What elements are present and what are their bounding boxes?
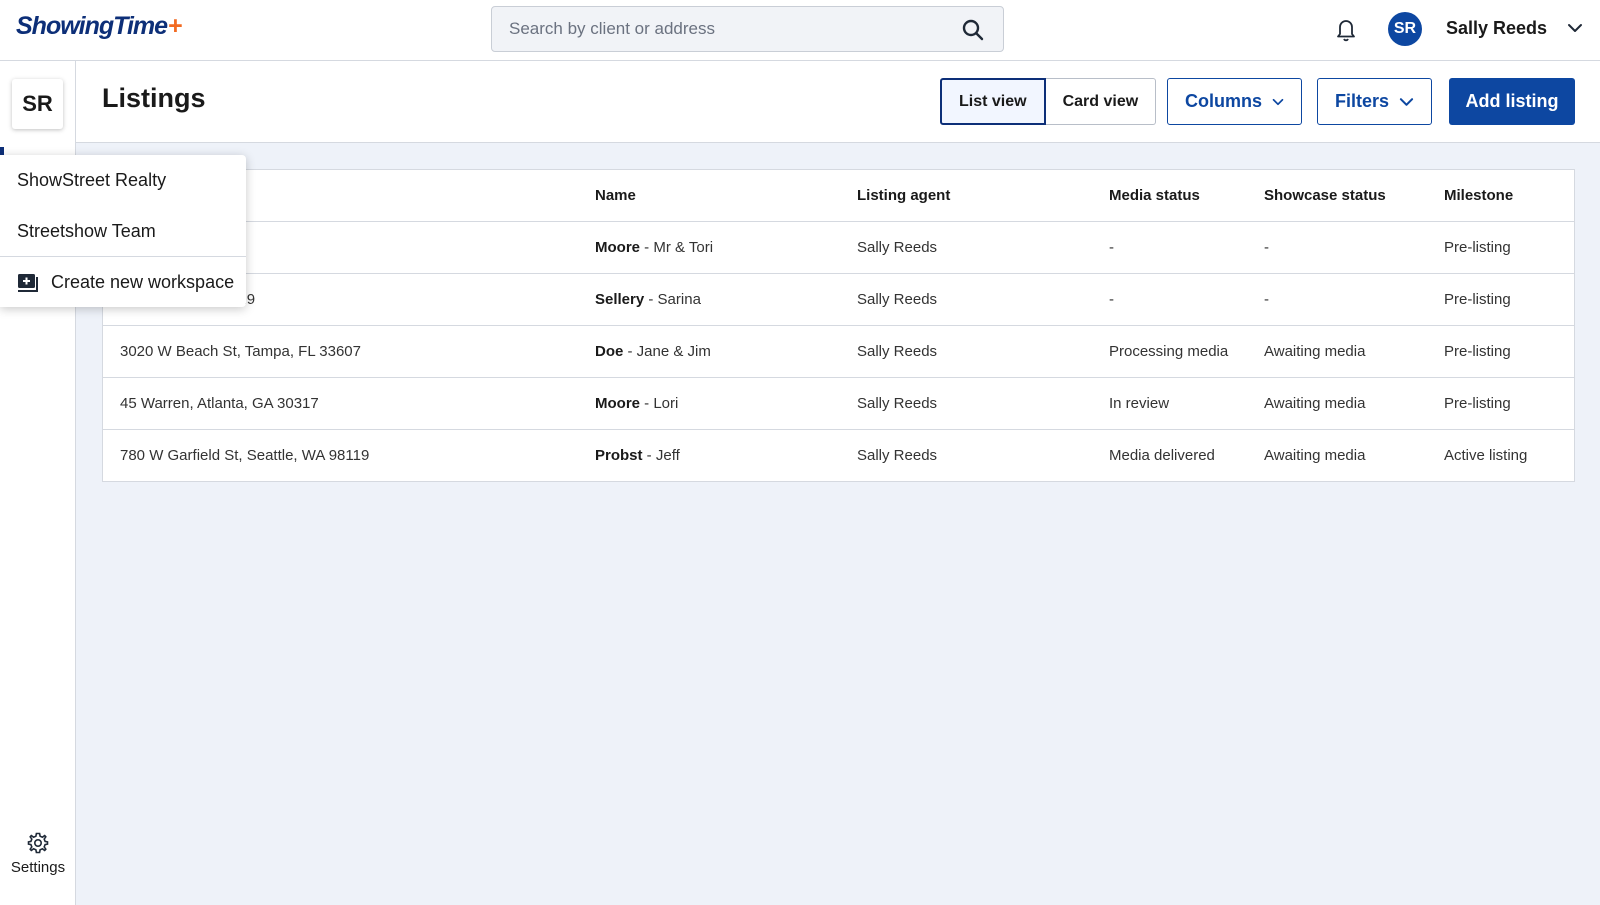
table-header-row: Name Listing agent Media status Showcase… <box>103 170 1574 222</box>
column-header-agent[interactable]: Listing agent <box>857 170 1109 222</box>
cell-showcase-status: Awaiting media <box>1264 377 1444 430</box>
list-view-button[interactable]: List view <box>940 78 1046 125</box>
search-icon[interactable] <box>961 18 985 42</box>
cell-showcase-status: Awaiting media <box>1264 325 1444 378</box>
chevron-down-icon <box>1272 98 1284 105</box>
client-last-name: Moore <box>595 394 640 412</box>
user-name[interactable]: Sally Reeds <box>1446 18 1547 39</box>
workspace-item-showstreet-realty[interactable]: ShowStreet Realty <box>0 155 246 206</box>
client-last-name: Moore <box>595 238 640 256</box>
bell-icon[interactable] <box>1334 16 1358 42</box>
cell-media-status: Processing media <box>1109 325 1264 378</box>
columns-button[interactable]: Columns <box>1167 78 1302 125</box>
cell-address: 45 Warren, Atlanta, GA 30317 <box>103 377 595 430</box>
filters-label: Filters <box>1335 91 1390 111</box>
add-listing-button[interactable]: Add listing <box>1449 78 1575 125</box>
table-row[interactable]: t, Seattle, WA 98119 Sellery - Sarina Sa… <box>103 273 1574 326</box>
cell-media-status: - <box>1109 273 1264 326</box>
view-toggle: List view Card view <box>940 78 1157 125</box>
page-title: Listings <box>102 83 206 113</box>
cell-name: Sellery - Sarina <box>595 273 857 326</box>
cell-milestone: Pre-listing <box>1444 377 1574 430</box>
logo-plus: + <box>168 12 183 40</box>
settings-label: Settings <box>10 859 66 876</box>
client-last-name: Probst <box>595 446 643 464</box>
cell-milestone: Pre-listing <box>1444 325 1574 378</box>
cell-name: Moore - Lori <box>595 377 857 430</box>
cell-showcase-status: Awaiting media <box>1264 446 1366 464</box>
cell-milestone: Pre-listing <box>1444 221 1574 274</box>
create-workspace-item[interactable]: Create new workspace <box>0 257 246 308</box>
card-view-button[interactable]: Card view <box>1045 78 1157 125</box>
cell-name: Probst - Jeff <box>595 429 857 481</box>
logo-text: ShowingTime <box>16 12 168 40</box>
chevron-down-icon <box>1399 97 1414 106</box>
workspace-menu: ShowStreet Realty Streetshow Team Create… <box>0 155 246 307</box>
client-last-name: Doe <box>595 342 624 360</box>
columns-label: Columns <box>1185 91 1263 111</box>
gear-icon <box>27 832 49 854</box>
cell-address: 780 W Garfield St, Seattle, WA 98119 <box>120 446 370 464</box>
cell-agent: Sally Reeds <box>857 377 1109 430</box>
cell-name: Moore - Mr & Tori <box>595 221 857 274</box>
workspace-switcher[interactable]: SR <box>12 79 63 129</box>
cell-media-status: Media delivered <box>1109 446 1215 464</box>
search-box <box>491 6 1004 52</box>
cell-media-status: In review <box>1109 377 1264 430</box>
cell-milestone: Active listing <box>1444 446 1528 464</box>
search-input[interactable] <box>492 7 952 51</box>
table-row[interactable]: ellevue, WA 98004 Moore - Mr & Tori Sall… <box>103 221 1574 274</box>
listings-table: Name Listing agent Media status Showcase… <box>102 169 1575 482</box>
create-workspace-label: Create new workspace <box>51 272 235 292</box>
workspace-item-streetshow-team[interactable]: Streetshow Team <box>0 206 246 257</box>
showingtime-logo[interactable]: ShowingTime+ <box>16 12 183 41</box>
top-header: ShowingTime+ SR Sally Reeds <box>0 0 1600 61</box>
client-first-name: - Jane & Jim <box>623 342 711 360</box>
chevron-down-icon[interactable] <box>1567 22 1583 34</box>
cell-address: 3020 W Beach St, Tampa, FL 33607 <box>103 325 595 378</box>
table-row[interactable]: 3020 W Beach St, Tampa, FL 33607 Doe - J… <box>103 325 1574 378</box>
client-first-name: - Mr & Tori <box>640 238 714 256</box>
client-first-name: - Sarina <box>644 290 701 308</box>
cell-media-status: - <box>1109 221 1264 274</box>
cell-showcase-status: - <box>1264 273 1444 326</box>
column-header-milestone[interactable]: Milestone <box>1444 170 1574 222</box>
cell-name: Doe - Jane & Jim <box>595 325 857 378</box>
settings-button[interactable]: Settings <box>0 831 76 877</box>
user-avatar[interactable]: SR <box>1388 12 1422 46</box>
table-row[interactable]: 45 Warren, Atlanta, GA 30317 Moore - Lor… <box>103 377 1574 430</box>
cell-agent: Sally Reeds <box>857 325 1109 378</box>
column-header-media-status[interactable]: Media status <box>1109 170 1264 222</box>
column-header-showcase-status[interactable]: Showcase status <box>1264 170 1444 222</box>
cell-agent: Sally Reeds <box>857 446 938 464</box>
client-first-name: - Lori <box>640 394 679 412</box>
client-first-name: - Jeff <box>642 446 680 464</box>
client-last-name: Sellery <box>595 290 645 308</box>
cell-agent: Sally Reeds <box>857 273 1109 326</box>
page-header: Listings List view Card view Columns Fil… <box>76 61 1600 143</box>
table-row[interactable]: 780 W Garfield St, Seattle, WA 98119 Pro… <box>103 429 1574 481</box>
cell-showcase-status: - <box>1264 221 1444 274</box>
column-header-name[interactable]: Name <box>595 170 857 222</box>
filters-button[interactable]: Filters <box>1317 78 1432 125</box>
cell-milestone: Pre-listing <box>1444 273 1574 326</box>
cell-agent: Sally Reeds <box>857 221 1109 274</box>
add-workspace-icon <box>18 273 38 292</box>
